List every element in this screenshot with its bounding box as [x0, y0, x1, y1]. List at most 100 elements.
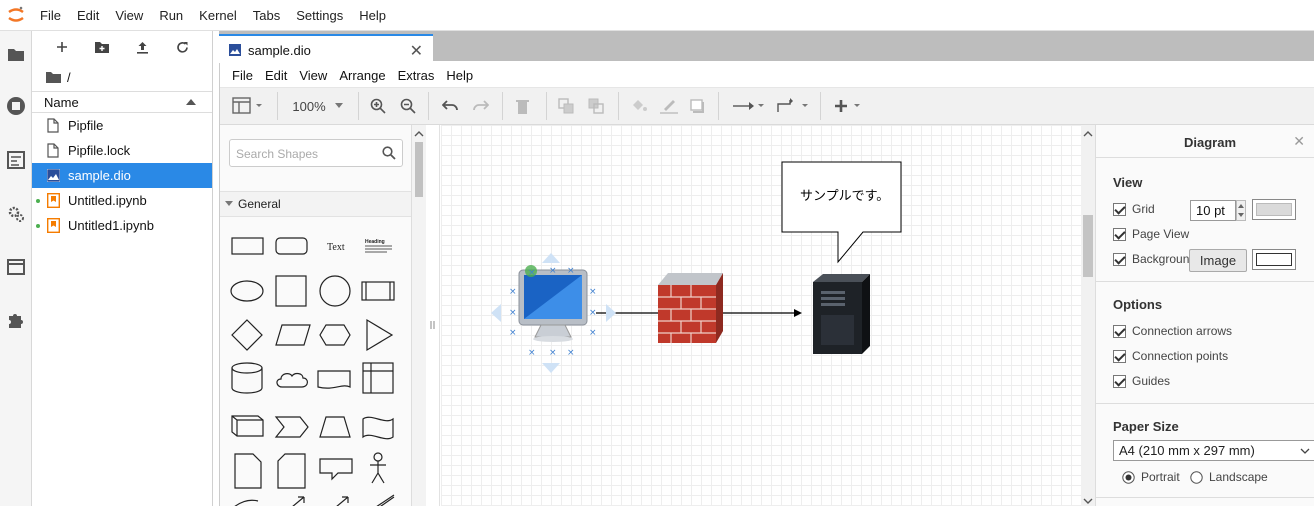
- connection-points-checkbox[interactable]: [1113, 349, 1126, 363]
- undo-icon[interactable]: [442, 96, 459, 116]
- drawio-menu-arrange[interactable]: Arrange: [333, 68, 391, 83]
- grid-option[interactable]: Grid: [1113, 202, 1155, 216]
- zoom-select[interactable]: 100%: [290, 96, 346, 116]
- extension-puzzle-icon[interactable]: [5, 309, 27, 331]
- sidebar-scroll-thumb[interactable]: [415, 142, 423, 197]
- drawio-menu-help[interactable]: Help: [440, 68, 479, 83]
- search-icon[interactable]: [382, 146, 396, 160]
- upload-button[interactable]: [132, 37, 152, 57]
- menu-run[interactable]: Run: [151, 0, 191, 31]
- grid-color-button[interactable]: [1252, 199, 1296, 220]
- menu-help[interactable]: Help: [351, 0, 394, 31]
- connection-points-option[interactable]: Connection points: [1113, 349, 1228, 363]
- general-shapes-grid: Text Heading: [230, 237, 395, 506]
- grid-size-input[interactable]: 10 pt: [1190, 200, 1236, 221]
- portrait-radio[interactable]: [1122, 470, 1135, 484]
- background-option[interactable]: Backgroun: [1113, 252, 1189, 266]
- sidebar-scrollbar[interactable]: [412, 125, 426, 506]
- palette-general-header[interactable]: General: [220, 191, 411, 217]
- file-item[interactable]: Pipfile.lock: [32, 138, 212, 163]
- folder-icon[interactable]: [46, 71, 61, 83]
- sort-ascending-icon: [186, 99, 196, 105]
- zoom-in-icon[interactable]: [370, 96, 386, 116]
- folder-icon[interactable]: [5, 43, 27, 65]
- file-item[interactable]: Untitled.ipynb: [32, 188, 212, 213]
- toolbar-separator: [718, 92, 719, 120]
- server-tower-icon[interactable]: [813, 274, 870, 354]
- shape-text[interactable]: Text: [327, 242, 345, 253]
- new-launcher-button[interactable]: [52, 37, 72, 57]
- search-shapes-input[interactable]: Search Shapes: [229, 139, 403, 167]
- menu-tabs[interactable]: Tabs: [245, 0, 288, 31]
- connection-arrow-icon[interactable]: [732, 96, 766, 116]
- shape-cloud: [276, 372, 308, 388]
- drawio-menu-view[interactable]: View: [293, 68, 333, 83]
- background-checkbox[interactable]: [1113, 252, 1126, 266]
- command-palette-icon[interactable]: [5, 149, 27, 171]
- delete-icon[interactable]: [516, 96, 529, 116]
- connection-arrows-checkbox[interactable]: [1113, 324, 1126, 338]
- shape-heading[interactable]: Heading: [365, 239, 392, 253]
- zoom-out-icon[interactable]: [400, 96, 416, 116]
- redo-icon[interactable]: [472, 96, 489, 116]
- new-folder-button[interactable]: [92, 37, 112, 57]
- firewall-icon[interactable]: [658, 273, 723, 343]
- tab-close-button[interactable]: ✕: [410, 41, 423, 61]
- paper-size-select[interactable]: A4 (210 mm x 297 mm): [1113, 440, 1314, 461]
- divider: [1096, 157, 1314, 158]
- line-color-icon[interactable]: [660, 96, 678, 116]
- refresh-button[interactable]: [172, 37, 192, 57]
- column-name-label[interactable]: Name: [44, 95, 79, 110]
- shape-parallelogram: [275, 324, 311, 346]
- file-item[interactable]: Untitled1.ipynb: [32, 213, 212, 238]
- divider: [1096, 497, 1314, 498]
- grid-size-stepper[interactable]: [1236, 200, 1246, 221]
- guides-label: Guides: [1132, 374, 1171, 388]
- tab-sample-dio[interactable]: sample.dio ✕: [219, 34, 433, 64]
- to-front-icon[interactable]: [558, 96, 574, 116]
- computer-monitor-icon[interactable]: [518, 269, 588, 342]
- menu-edit[interactable]: Edit: [69, 0, 107, 31]
- format-panel-close-button[interactable]: ✕: [1293, 133, 1305, 150]
- shape-square: [275, 275, 307, 307]
- gears-icon[interactable]: [5, 203, 27, 225]
- canvas-scroll-thumb[interactable]: [1083, 215, 1093, 277]
- canvas-scrollbar[interactable]: [1081, 125, 1095, 506]
- menu-view[interactable]: View: [107, 0, 151, 31]
- drawio-menu-file[interactable]: File: [226, 68, 259, 83]
- portrait-option[interactable]: Portrait: [1122, 470, 1180, 484]
- connection-arrows-option[interactable]: Connection arrows: [1113, 324, 1232, 338]
- file-list-header[interactable]: Name: [32, 91, 212, 113]
- insert-plus-icon[interactable]: [834, 96, 864, 116]
- drawio-menu-extras[interactable]: Extras: [392, 68, 441, 83]
- grid-checkbox[interactable]: [1113, 202, 1126, 216]
- sidebar-splitter[interactable]: [426, 125, 440, 506]
- background-image-button[interactable]: Image: [1189, 249, 1247, 272]
- page-view-option[interactable]: Page View: [1113, 227, 1189, 241]
- grid-label: Grid: [1132, 202, 1155, 216]
- tabs-icon[interactable]: [5, 256, 27, 278]
- shadow-icon[interactable]: [690, 96, 706, 116]
- landscape-radio[interactable]: [1190, 470, 1203, 484]
- menu-settings[interactable]: Settings: [288, 0, 351, 31]
- file-item[interactable]: Pipfile: [32, 113, 212, 138]
- file-item[interactable]: sample.dio: [32, 163, 212, 188]
- waypoints-icon[interactable]: [776, 96, 810, 116]
- diagram-canvas[interactable]: × × × × × × × × × × × × サンプルです。: [441, 125, 1081, 506]
- guides-checkbox[interactable]: [1113, 374, 1126, 388]
- page-view-checkbox[interactable]: [1113, 227, 1126, 241]
- search-placeholder: Search Shapes: [236, 147, 319, 161]
- landscape-option[interactable]: Landscape: [1190, 470, 1268, 484]
- drawio-menu-edit[interactable]: Edit: [259, 68, 293, 83]
- menu-file[interactable]: File: [32, 0, 69, 31]
- to-back-icon[interactable]: [588, 96, 604, 116]
- guides-option[interactable]: Guides: [1113, 374, 1170, 388]
- fill-color-icon[interactable]: [630, 96, 648, 116]
- format-panel-toggle-icon[interactable]: [232, 96, 264, 116]
- breadcrumb-root[interactable]: /: [67, 70, 71, 85]
- chevron-down-icon: [1300, 448, 1310, 454]
- menu-kernel[interactable]: Kernel: [191, 0, 245, 31]
- background-color-button[interactable]: [1252, 249, 1296, 270]
- running-sessions-icon[interactable]: [5, 95, 27, 117]
- callout-text[interactable]: サンプルです。: [800, 189, 889, 204]
